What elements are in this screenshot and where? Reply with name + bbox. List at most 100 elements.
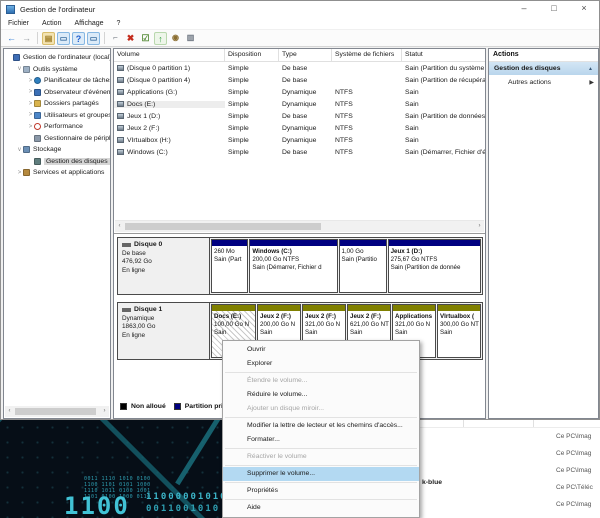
disk-size: 476,92 Go	[122, 258, 205, 267]
disk-type: Dynamique	[122, 315, 205, 324]
volume-status: Sain	[402, 125, 422, 132]
tree-item-event-viewer[interactable]: > Observateur d'événeme	[4, 87, 110, 99]
partition[interactable]: 260 MoSain (Part	[211, 239, 248, 293]
tree-item-local-users-groups[interactable]: > Utilisateurs et groupes l	[4, 110, 110, 122]
tree-label: Outils système	[33, 66, 78, 73]
volume-row[interactable]: VIrtualbox (H:) Simple Dynamique NTFS Sa…	[114, 134, 485, 146]
menu-item-modifier-lettre[interactable]: Modifier la lettre de lecteur et les che…	[223, 419, 419, 433]
volume-list-horizontal-scrollbar[interactable]: ‹ ›	[115, 220, 484, 232]
check-icon[interactable]: ☑	[139, 32, 152, 45]
tree-item-storage[interactable]: v Stockage	[4, 144, 110, 156]
volume-icon	[117, 113, 124, 119]
partition[interactable]: 1,00 GoSain (Partitio	[339, 239, 387, 293]
disk-1-info[interactable]: Disque 1 Dynamique 1863,00 Go En ligne	[118, 303, 210, 359]
scroll-right-icon[interactable]: ›	[475, 221, 484, 232]
remote-icon[interactable]: ⌐	[109, 32, 122, 45]
expander-icon[interactable]: >	[27, 89, 34, 95]
column-header-status[interactable]: Statut	[402, 49, 485, 61]
menu-item-aide[interactable]: Aide	[223, 501, 419, 515]
volume-fs: NTFS	[332, 137, 402, 144]
menu-item-reduire-volume[interactable]: Réduire le volume...	[223, 388, 419, 402]
tree-label: Utilisateurs et groupes l	[44, 112, 110, 119]
volume-row[interactable]: Jeux 1 (D:) Simple De base NTFS Sain (Pa…	[114, 110, 485, 122]
volume-name: (Disque 0 partition 1)	[127, 65, 190, 72]
delete-icon[interactable]: ✖	[124, 32, 137, 45]
scroll-left-icon[interactable]: ‹	[115, 221, 124, 232]
menu-help[interactable]: ?	[117, 20, 121, 27]
volume-status: Sain (Partition de données de base)	[402, 113, 486, 120]
column-header-volume[interactable]: Volume	[114, 49, 225, 61]
disk-0-info[interactable]: Disque 0 De base 476,92 Go En ligne	[118, 238, 210, 294]
export-icon[interactable]: ▤	[42, 32, 55, 45]
volume-row[interactable]: Applications (G:) Simple Dynamique NTFS …	[114, 86, 485, 98]
scrollbar-thumb[interactable]	[15, 408, 96, 415]
volume-row[interactable]: Windows (C:) Simple De base NTFS Sain (D…	[114, 146, 485, 158]
console-window-icon[interactable]: ▭	[57, 32, 70, 45]
volume-row-selected[interactable]: Docs (E:) Simple Dynamique NTFS Sain	[114, 98, 485, 110]
tree-item-disk-management[interactable]: Gestion des disques	[4, 156, 110, 168]
explorer-row[interactable]: Ce PC\Imag	[556, 501, 591, 508]
scrollbar-thumb[interactable]	[125, 223, 321, 230]
expander-icon[interactable]: >	[16, 170, 23, 176]
partition[interactable]: Windows (C:)200,00 Go NTFSSain (Démarrer…	[249, 239, 337, 293]
minimize-button[interactable]: –	[509, 1, 539, 17]
console-window-alt-icon[interactable]: ▭	[87, 32, 100, 45]
scroll-right-icon[interactable]: ›	[100, 406, 109, 417]
column-header-filesystem[interactable]: Système de fichiers	[332, 49, 402, 61]
tree-item-computer-management[interactable]: Gestion de l'ordinateur (local)	[4, 52, 110, 64]
tree-label: Performance	[44, 123, 83, 130]
partition-size: 321,00 Go N	[305, 321, 343, 329]
partition[interactable]: VIrtualbox (300,00 Go NTSain	[437, 304, 481, 358]
volume-type: De base	[279, 77, 332, 84]
maximize-button[interactable]: □	[539, 1, 569, 17]
tree-item-performance[interactable]: > Performance	[4, 121, 110, 133]
column-header-type[interactable]: Type	[279, 49, 332, 61]
partition-name: Jeux 2 (F:)	[305, 313, 343, 321]
explorer-row[interactable]: Ce PC\Imag	[556, 433, 591, 440]
tree-item-device-manager[interactable]: Gestionnaire de périphé	[4, 133, 110, 145]
menu-item-formater[interactable]: Formater...	[223, 433, 419, 447]
menu-item-supprimer-volume[interactable]: Supprimer le volume...	[223, 467, 419, 481]
menu-item-ouvrir[interactable]: Ouvrir	[223, 343, 419, 357]
menu-affichage[interactable]: Affichage	[74, 20, 103, 27]
tree-horizontal-scrollbar[interactable]: ‹ ›	[5, 406, 109, 417]
explorer-file-name[interactable]: k-blue	[422, 479, 442, 486]
forward-icon[interactable]: →	[20, 32, 33, 45]
volume-row[interactable]: (Disque 0 partition 4) Simple De base Sa…	[114, 74, 485, 86]
search-icon[interactable]: ◉	[169, 32, 182, 45]
volume-name: Jeux 1 (D:)	[127, 113, 160, 120]
partition-status: Sain (Part	[214, 256, 245, 264]
scroll-left-icon[interactable]: ‹	[5, 406, 14, 417]
explorer-row[interactable]: Ce PC\Téléc	[556, 484, 593, 491]
expander-icon[interactable]: >	[27, 124, 34, 130]
tree-item-task-scheduler[interactable]: > Planificateur de tâches	[4, 75, 110, 87]
tree-item-services-applications[interactable]: > Services et applications	[4, 167, 110, 179]
expander-icon[interactable]: >	[27, 101, 34, 107]
back-icon[interactable]: ←	[5, 32, 18, 45]
up-icon[interactable]: ↑	[154, 32, 167, 45]
volume-row[interactable]: Jeux 2 (F:) Simple Dynamique NTFS Sain	[114, 122, 485, 134]
menu-item-explorer[interactable]: Explorer	[223, 357, 419, 371]
menu-item-proprietes[interactable]: Propriétés	[223, 484, 419, 498]
expander-icon[interactable]: v	[16, 66, 23, 72]
actions-group-disk-management[interactable]: Gestion des disques ▲	[489, 62, 598, 75]
actions-item-more-actions[interactable]: Autres actions ▶	[489, 75, 598, 89]
close-button[interactable]: ×	[569, 1, 599, 17]
tree-item-system-tools[interactable]: v Outils système	[4, 64, 110, 76]
partition[interactable]: Jeux 1 (D:)275,67 Go NTFSSain (Partition…	[388, 239, 481, 293]
menu-fichier[interactable]: Fichier	[8, 20, 29, 27]
expander-icon[interactable]: >	[27, 112, 34, 118]
window-controls: – □ ×	[509, 1, 599, 17]
expander-icon[interactable]: >	[27, 78, 34, 84]
expander-icon[interactable]: v	[16, 147, 23, 153]
help-icon[interactable]: ?	[72, 32, 85, 45]
menu-action[interactable]: Action	[42, 20, 61, 27]
volume-row[interactable]: (Disque 0 partition 1) Simple De base Sa…	[114, 62, 485, 74]
explorer-row[interactable]: Ce PC\Imag	[556, 467, 591, 474]
explorer-row[interactable]: Ce PC\Imag	[556, 450, 591, 457]
tree-item-shared-folders[interactable]: > Dossiers partagés	[4, 98, 110, 110]
column-header-disposition[interactable]: Disposition	[225, 49, 279, 61]
collapse-icon[interactable]: ▲	[588, 66, 593, 72]
properties-icon[interactable]: ▥	[184, 32, 197, 45]
partition-status: Sain	[440, 329, 478, 337]
